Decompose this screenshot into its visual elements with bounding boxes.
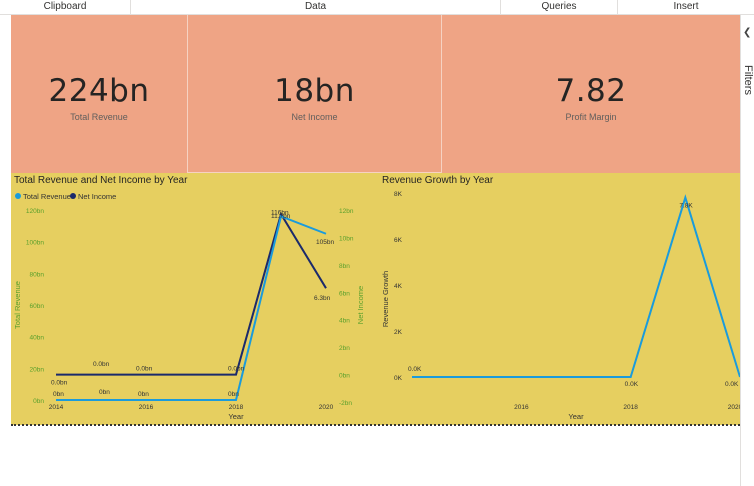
kpi-label: Profit Margin bbox=[565, 112, 617, 122]
kpi-card-total-revenue[interactable]: 224bn Total Revenue bbox=[11, 15, 187, 173]
y-tick-label: 4K bbox=[394, 283, 403, 290]
ribbon-group-labels: Clipboard Data Queries Insert bbox=[0, 0, 754, 15]
data-label-net-income: 0.0bn bbox=[51, 380, 68, 387]
y-axis-title: Total Revenue bbox=[13, 281, 22, 329]
kpi-card-profit-margin[interactable]: 7.82 Profit Margin bbox=[442, 15, 740, 173]
series-line-total-revenue bbox=[56, 214, 327, 401]
data-label-total-revenue: 0bn bbox=[228, 391, 239, 398]
ribbon-group-insert: Insert bbox=[673, 1, 699, 12]
data-label-total-revenue: 0bn bbox=[99, 389, 110, 396]
y2-tick-label: 4bn bbox=[339, 318, 350, 325]
y2-tick-label: 2bn bbox=[339, 345, 350, 352]
report-canvas: 224bn Total Revenue 18bn Net Income 7.82… bbox=[11, 15, 740, 425]
filters-pane-label: Filters bbox=[742, 65, 754, 95]
data-label-net-income: 0.0bn bbox=[136, 366, 153, 373]
kpi-value: 224bn bbox=[48, 73, 150, 109]
chevron-left-icon[interactable]: ❮ bbox=[743, 27, 751, 38]
y2-tick-label: 6bn bbox=[339, 290, 350, 297]
y-tick-label: 8K bbox=[394, 191, 403, 198]
x-tick-label: 2018 bbox=[229, 404, 244, 411]
data-label-net-income: 6.3bn bbox=[314, 295, 331, 302]
y-axis-title: Revenue Growth bbox=[381, 271, 390, 327]
kpi-label: Total Revenue bbox=[70, 112, 128, 122]
page-boundary-divider bbox=[11, 424, 740, 426]
y-tick-label: 60bn bbox=[30, 303, 45, 310]
chart-title: Revenue Growth by Year bbox=[382, 175, 494, 186]
data-label-net-income: 0.0bn bbox=[228, 366, 245, 373]
y2-tick-label: 0bn bbox=[339, 373, 350, 380]
x-axis-title: Year bbox=[228, 412, 244, 421]
y2-tick-label: 12bn bbox=[339, 208, 354, 215]
x-tick-label: 2014 bbox=[49, 404, 64, 411]
y-tick-label: 0K bbox=[394, 375, 403, 382]
kpi-label: Net Income bbox=[291, 112, 338, 122]
y-tick-label: 120bn bbox=[26, 208, 44, 215]
x-tick-label: 2020 bbox=[728, 404, 740, 411]
y-tick-label: 0bn bbox=[33, 398, 44, 405]
data-label-revenue-growth: 0.0K bbox=[725, 381, 739, 388]
data-label-revenue-growth: 0.0K bbox=[625, 381, 639, 388]
x-tick-label: 2020 bbox=[319, 404, 334, 411]
chart-title: Total Revenue and Net Income by Year bbox=[14, 175, 188, 186]
x-tick-label: 2018 bbox=[623, 404, 638, 411]
y-tick-label: 6K bbox=[394, 237, 403, 244]
legend-label-net-income: Net Income bbox=[78, 192, 116, 201]
canvas-margin bbox=[0, 15, 10, 486]
y-tick-label: 100bn bbox=[26, 240, 44, 247]
y2-tick-label: 8bn bbox=[339, 263, 350, 270]
y-tick-label: 40bn bbox=[30, 335, 45, 342]
y2-tick-label: -2bn bbox=[339, 400, 352, 407]
kpi-value: 18bn bbox=[274, 73, 355, 109]
data-label-revenue-growth: 0.0K bbox=[408, 366, 422, 373]
charts-panel: Total Revenue and Net Income by Year Tota… bbox=[11, 173, 740, 425]
legend-marker-net-income bbox=[70, 193, 76, 199]
y-tick-label: 2K bbox=[394, 329, 403, 336]
series-line-net-income bbox=[56, 211, 327, 376]
data-label-revenue-growth: 7.8K bbox=[679, 203, 693, 210]
legend-marker-total-revenue bbox=[15, 193, 21, 199]
y-tick-label: 80bn bbox=[30, 271, 45, 278]
data-label-net-income: 11.7bn bbox=[271, 213, 291, 220]
y-tick-label: 20bn bbox=[30, 366, 45, 373]
y2-tick-label: 10bn bbox=[339, 235, 354, 242]
data-label-total-revenue: 0bn bbox=[138, 391, 149, 398]
ribbon-group-queries: Queries bbox=[501, 0, 618, 14]
data-label-total-revenue: 105bn bbox=[316, 239, 334, 246]
revenue-growth-line-chart[interactable]: Revenue Growth by Year 0K 2K 4K 6K 8K 2016 2018… bbox=[369, 173, 740, 425]
revenue-income-line-chart[interactable]: Total Revenue and Net Income by Year Tota… bbox=[11, 173, 369, 425]
x-axis-title: Year bbox=[568, 412, 584, 421]
y2-axis-title: Net Income bbox=[356, 286, 365, 324]
legend-label-total-revenue: Total Revenue bbox=[23, 192, 71, 201]
data-label-net-income: 0.0bn bbox=[93, 361, 110, 368]
x-tick-label: 2016 bbox=[139, 404, 154, 411]
kpi-card-net-income[interactable]: 18bn Net Income bbox=[187, 15, 442, 173]
x-tick-label: 2016 bbox=[514, 404, 529, 411]
ribbon-group-clipboard: Clipboard bbox=[0, 0, 131, 14]
ribbon-group-data: Data bbox=[131, 0, 501, 14]
data-label-total-revenue: 0bn bbox=[53, 391, 64, 398]
series-line-revenue-growth bbox=[412, 194, 740, 378]
kpi-value: 7.82 bbox=[555, 73, 627, 109]
filters-pane-collapsed[interactable]: ❮ Filters bbox=[740, 15, 754, 486]
